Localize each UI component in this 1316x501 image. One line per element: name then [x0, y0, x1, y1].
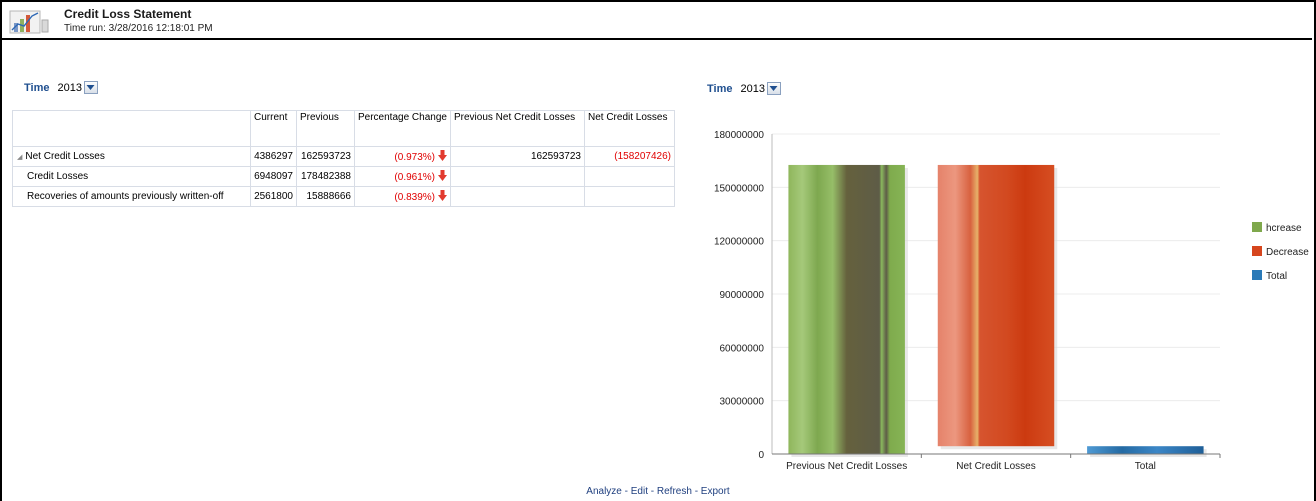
chart-bar [788, 164, 905, 454]
chevron-down-icon [86, 85, 95, 90]
row-label[interactable]: ◢ Net Credit Losses [12, 146, 251, 167]
cell-previous-net-credit-losses [450, 186, 585, 207]
cell-percentage-change: (0.839%) [354, 186, 451, 207]
chart-bars [788, 164, 1207, 457]
time-run-text: Time run: 3/28/2016 12:18:01 PM [64, 23, 213, 34]
edit-link[interactable]: Edit [631, 486, 648, 497]
report-chart-icon [6, 8, 52, 36]
table-row: Recoveries of amounts previously written… [12, 186, 675, 207]
legend-swatch [1252, 222, 1262, 232]
cell-previous-net-credit-losses: 162593723 [450, 146, 585, 167]
table-header-row: Current Previous Percentage Change Previ… [12, 110, 675, 147]
legend-label: Total [1266, 271, 1287, 282]
chart-bar [937, 164, 1055, 447]
refresh-link[interactable]: Refresh [657, 486, 692, 497]
time-prompt-label: Time [24, 81, 50, 94]
time-prompt-value[interactable]: 2013 [57, 82, 81, 94]
y-tick-label: 120000000 [714, 237, 764, 248]
legend-label: hcrease [1266, 223, 1302, 234]
chart-legend: hcrease Decrease Total [1252, 222, 1309, 282]
column-header-current: Current [250, 110, 297, 147]
y-tick-label: 60000000 [720, 343, 765, 354]
cell-net-credit-losses: (158207426) [584, 146, 675, 167]
cell-net-credit-losses [584, 186, 675, 207]
table-row: Credit Losses 6948097 178482388 (0.961%) [12, 166, 675, 187]
cell-net-credit-losses [584, 166, 675, 187]
row-header-blank [12, 110, 251, 147]
row-label: Recoveries of amounts previously written… [12, 186, 251, 207]
down-arrow-icon [438, 150, 447, 161]
chart-svg: 180000000 150000000 120000000 90000000 60000… [714, 130, 1309, 472]
time-prompt-label: Time [707, 82, 733, 95]
time-dropdown-button[interactable] [83, 81, 98, 94]
cell-current: 4386297 [250, 146, 297, 167]
net-credit-losses-chart: 180000000 150000000 120000000 90000000 60000… [700, 120, 1316, 480]
table-row: ◢ Net Credit Losses 4386297 162593723 (0.… [12, 146, 675, 167]
y-tick-label: 30000000 [720, 397, 765, 408]
report-header: Credit Loss Statement Time run: 3/28/201… [4, 6, 1304, 36]
legend-swatch [1252, 246, 1262, 256]
column-header-percentage-change: Percentage Change [354, 110, 451, 147]
collapse-triangle-icon[interactable]: ◢ [17, 153, 22, 161]
y-tick-label: 90000000 [720, 290, 765, 301]
chart-y-axis: 180000000 150000000 120000000 90000000 60000… [714, 130, 773, 461]
y-tick-label: 180000000 [714, 130, 764, 141]
cell-percentage-change: (0.973%) [354, 146, 451, 167]
time-prompt-left: Time 2013 [24, 81, 98, 94]
report-links: Analyze - Edit - Refresh - Export [0, 486, 1316, 497]
x-tick-label: Total [1135, 461, 1156, 472]
credit-loss-pivot-table: Current Previous Percentage Change Previ… [12, 110, 675, 207]
x-tick-label: Previous Net Credit Losses [786, 461, 907, 472]
cell-current: 2561800 [250, 186, 297, 207]
legend-swatch [1252, 270, 1262, 280]
cell-previous: 178482388 [296, 166, 355, 187]
analyze-link[interactable]: Analyze [586, 486, 622, 497]
column-header-previous: Previous [296, 110, 355, 147]
down-arrow-icon [438, 190, 447, 201]
cell-previous: 15888666 [296, 186, 355, 207]
time-prompt-right: Time 2013 [707, 82, 781, 95]
column-header-previous-net-credit-losses: Previous Net Credit Losses [450, 110, 585, 147]
chevron-down-icon [769, 86, 778, 91]
export-link[interactable]: Export [701, 486, 730, 497]
legend-label: Decrease [1266, 247, 1309, 258]
column-header-net-credit-losses: Net Credit Losses [584, 110, 675, 147]
x-tick-label: Net Credit Losses [956, 461, 1035, 472]
cell-previous-net-credit-losses [450, 166, 585, 187]
y-tick-label: 0 [758, 450, 764, 461]
chart-bar [1087, 446, 1204, 454]
report-title: Credit Loss Statement [64, 7, 192, 21]
cell-percentage-change: (0.961%) [354, 166, 451, 187]
y-tick-label: 150000000 [714, 183, 764, 194]
header-divider [2, 38, 1312, 40]
down-arrow-icon [438, 170, 447, 181]
time-dropdown-button[interactable] [766, 82, 781, 95]
time-prompt-value[interactable]: 2013 [740, 83, 764, 95]
cell-current: 6948097 [250, 166, 297, 187]
row-label: Credit Losses [12, 166, 251, 187]
cell-previous: 162593723 [296, 146, 355, 167]
